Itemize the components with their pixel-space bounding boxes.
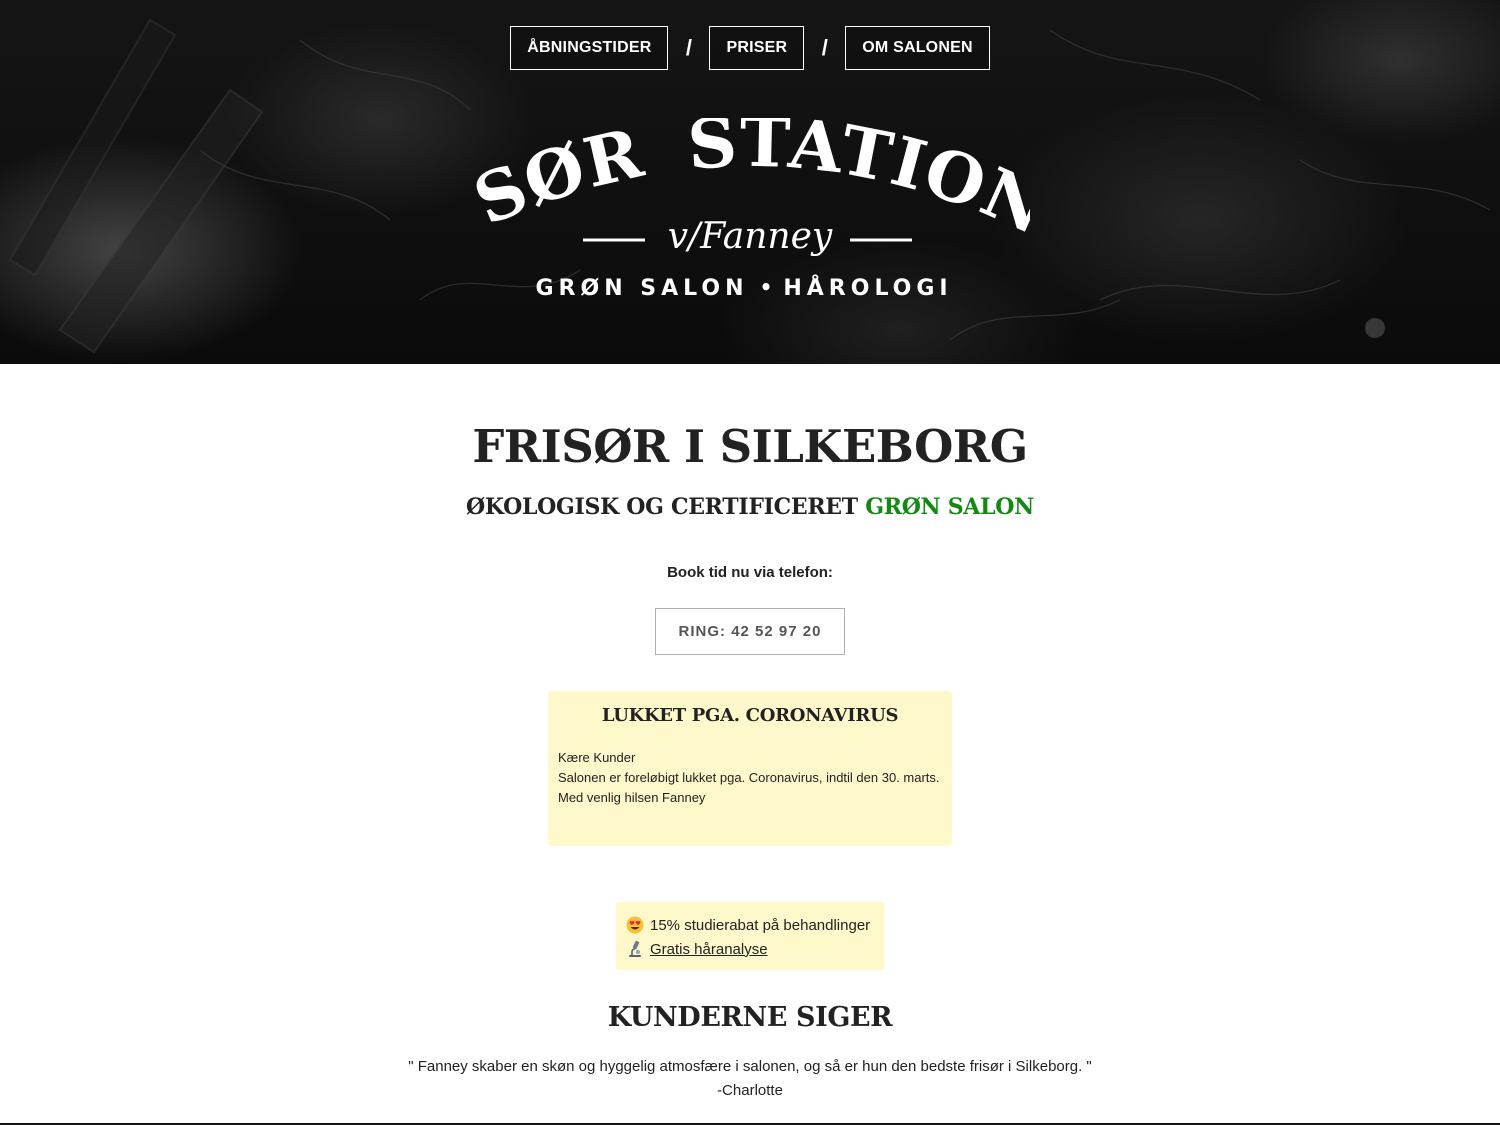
logo-tagline-dot: •	[760, 275, 773, 299]
logo-tagline-right: HÅROLOGI	[783, 275, 952, 301]
nav-opening-hours[interactable]: ÅBNINGSTIDER	[510, 26, 669, 70]
notice-signoff: Med venlig hilsen Fanney	[558, 790, 706, 805]
hero-banner: ÅBNINGSTIDER / PRISER / OM SALONEN FRISØ…	[0, 0, 1500, 364]
testimonials-title: KUNDERNE SIGER	[607, 1002, 893, 1033]
notice-title: LUKKET PGA. CORONAVIRUS	[601, 705, 899, 726]
call-phone-button[interactable]: RING: 42 52 97 20	[655, 608, 845, 655]
logo-tagline-left: GRØN SALON	[536, 276, 749, 301]
nav-separator: /	[821, 35, 828, 60]
subtitle-text: ØKOLOGISK OG CERTIFICERET	[466, 494, 858, 520]
logo-word-frisor: FRISØR	[470, 118, 651, 241]
promo-discount-row: 15% studierabat på behandlinger	[626, 913, 874, 937]
subtitle-green-highlight: GRØN SALON	[865, 494, 1034, 520]
promo-discount-text: 15% studierabat på behandlinger	[650, 916, 871, 934]
promo-analysis-row: Gratis håranalyse	[626, 937, 874, 961]
nav-about-salon[interactable]: OM SALONEN	[845, 26, 990, 70]
heart-eyes-emoji-icon	[626, 916, 644, 934]
booking-label: Book tid nu via telefon:	[667, 564, 833, 581]
page-subtitle: ØKOLOGISK OG CERTIFICERET GRØN SALON	[0, 494, 1500, 520]
nav-prices[interactable]: PRISER	[709, 26, 805, 70]
nav-separator: /	[685, 35, 693, 60]
top-navigation: ÅBNINGSTIDER / PRISER / OM SALONEN	[0, 26, 1500, 70]
testimonial-quote: " Fanney skaber en skøn og hyggelig atmo…	[408, 1058, 1092, 1075]
microscope-icon	[629, 940, 641, 957]
notice-message: Salonen er foreløbigt lukket pga. Corona…	[558, 770, 940, 785]
page-title: FRISØR I SILKEBORG	[472, 420, 1028, 473]
testimonial-author: -Charlotte	[717, 1082, 783, 1099]
free-hair-analysis-link[interactable]: Gratis håranalyse	[650, 941, 768, 958]
logo-byline: v/Fanney	[668, 216, 833, 257]
salon-logo[interactable]: FRISØR STATIONEN v/Fanney GRØN SALON • H…	[470, 118, 1030, 318]
promo-box: 15% studierabat på behandlinger Gratis h…	[616, 902, 884, 970]
corona-notice-box: LUKKET PGA. CORONAVIRUS Kære Kunder Salo…	[548, 691, 952, 846]
notice-greeting: Kære Kunder	[558, 750, 636, 765]
